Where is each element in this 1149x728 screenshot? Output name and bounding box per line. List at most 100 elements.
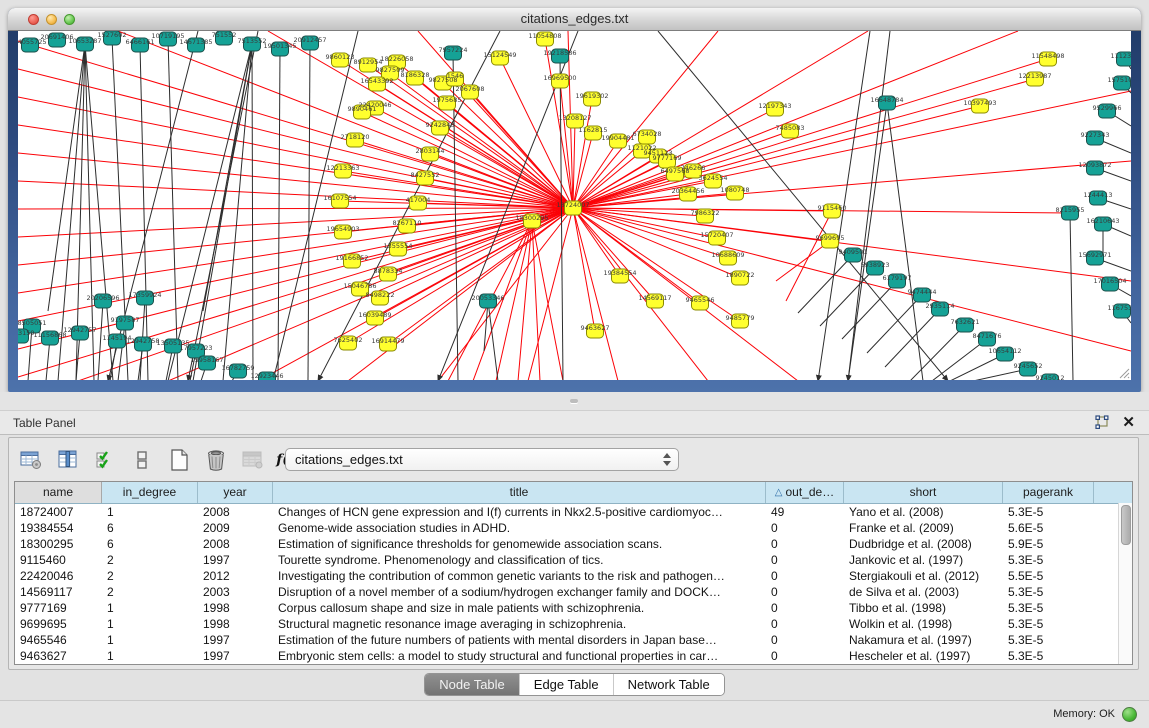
graph-node-label: 8186328 — [401, 71, 430, 79]
graph-edge — [252, 44, 253, 380]
close-panel-icon[interactable]: ✕ — [1122, 413, 1135, 431]
table-row[interactable]: 1938455462009Genome-wide association stu… — [15, 520, 1132, 536]
cell-name: 19384554 — [15, 520, 102, 536]
graph-edge — [188, 31, 258, 380]
graph-node-label: 20053346 — [471, 294, 504, 302]
graph-node-label: 7513552 — [238, 37, 267, 45]
graph-node-label: 9245012 — [1036, 374, 1065, 380]
split-pane-divider[interactable] — [0, 392, 1149, 411]
graph-edge — [18, 208, 573, 209]
column-header-short[interactable]: short — [844, 482, 1003, 503]
delete-table-icon[interactable] — [204, 448, 228, 472]
graph-node-label: 9115460 — [818, 204, 847, 212]
cell-short: Stergiakouli et al. (2012) — [844, 568, 1003, 584]
graph-node-label: 12942757 — [63, 326, 96, 334]
network-canvas[interactable]: 1872400718300295986012389129541822605898… — [18, 31, 1131, 380]
table-row[interactable]: 2242004622012Investigating the contribut… — [15, 568, 1132, 584]
cell-pagerank: 5.3E-5 — [1003, 616, 1094, 632]
graph-node-label: 6179197 — [883, 274, 912, 282]
resize-grip-icon[interactable] — [1116, 365, 1130, 379]
graph-node-label: 17016504 — [1093, 277, 1126, 285]
table-row[interactable]: 1456911722003Disruption of a novel membe… — [15, 584, 1132, 600]
table-row[interactable]: 1830029562008Estimation of significance … — [15, 536, 1132, 552]
graph-node-label: 8498222 — [366, 291, 395, 299]
graph-node-label: 7632621 — [951, 318, 980, 326]
tab-network-table[interactable]: Network Table — [613, 674, 724, 695]
graph-node-label: 9529966 — [1093, 104, 1122, 112]
table-row[interactable]: 977716911998Corpus callosum shape and si… — [15, 600, 1132, 616]
graph-node-label: 10688609 — [711, 251, 744, 259]
graph-edge — [362, 112, 573, 208]
column-header-out_de[interactable]: △out_de… — [766, 482, 844, 503]
graph-node-label: 16648784 — [870, 96, 903, 104]
cell-pagerank: 5.3E-5 — [1003, 584, 1094, 600]
status-bar: Memory: OK — [0, 700, 1149, 728]
graph-node-label: 1975685 — [433, 96, 462, 104]
graph-node-label: 9463627 — [581, 324, 610, 332]
graph-edge — [887, 103, 923, 380]
tab-node-table[interactable]: Node Table — [425, 674, 519, 695]
show-columns-icon[interactable] — [56, 448, 80, 472]
cell-year: 1997 — [198, 552, 273, 568]
column-header-name[interactable]: name — [15, 482, 102, 503]
graph-node-label: 746266 — [681, 164, 706, 172]
scrollbar-thumb[interactable] — [1121, 505, 1131, 545]
table-selector-dropdown[interactable]: citations_edges.txt — [285, 448, 679, 471]
table-vertical-scrollbar[interactable] — [1118, 503, 1132, 664]
graph-node-label: 19501345 — [263, 42, 296, 50]
graph-node-label: 12093872 — [1078, 161, 1111, 169]
divider-grip[interactable] — [570, 399, 578, 403]
graph-node-label: 17957223 — [179, 344, 212, 352]
new-table-icon[interactable] — [167, 448, 191, 472]
cell-out_de: 0 — [766, 552, 844, 568]
graph-node-label: 11054808 — [528, 32, 561, 40]
column-header-title[interactable]: title — [273, 482, 766, 503]
cell-title: Genome-wide association studies in ADHD. — [273, 520, 766, 536]
graph-node-label: 15958167 — [190, 356, 223, 364]
graph-node-label: 9197587 — [111, 316, 140, 324]
graph-node-label: 15692971 — [1078, 251, 1111, 259]
graph-node-label: 8267110 — [393, 219, 422, 227]
table-row[interactable]: 969969511998Structural magnetic resonanc… — [15, 616, 1132, 632]
float-panel-icon[interactable] — [1094, 415, 1109, 430]
cell-title: Embryonic stem cells: a model to study s… — [273, 648, 766, 664]
graph-node-label: 2935114 — [926, 302, 955, 310]
graph-node-label: 19166852 — [335, 254, 368, 262]
cell-title: Estimation of significance thresholds fo… — [273, 536, 766, 552]
citation-network-graph: 1872400718300295986012389129541822605898… — [18, 31, 1131, 380]
window-titlebar[interactable]: citations_edges.txt — [8, 8, 1141, 31]
cell-out_de: 0 — [766, 536, 844, 552]
table-row[interactable]: 946554611997Estimation of the future num… — [15, 632, 1132, 648]
graph-node-label: 18724007 — [556, 201, 589, 209]
column-header-in_degree[interactable]: in_degree — [102, 482, 198, 503]
dropdown-arrows-icon — [663, 453, 671, 466]
cell-name: 18724007 — [15, 504, 102, 520]
column-header-year[interactable]: year — [198, 482, 273, 503]
table-row[interactable]: 1872400712008Changes of HCN gene express… — [15, 504, 1132, 520]
graph-node-label: 13208127 — [558, 114, 591, 122]
toggle-rows-icon[interactable] — [130, 448, 154, 472]
cell-pagerank: 5.3E-5 — [1003, 504, 1094, 520]
graph-node-label: 12942758 — [126, 337, 159, 345]
graph-node-label: 18300295 — [515, 214, 548, 222]
table-settings-icon[interactable] — [19, 448, 43, 472]
graph-edge — [18, 208, 573, 377]
graph-node-label: 6466161 — [126, 38, 155, 46]
tab-edge-table[interactable]: Edge Table — [519, 674, 613, 695]
column-header-pagerank[interactable]: pagerank — [1003, 482, 1094, 503]
cell-out_de: 0 — [766, 648, 844, 664]
graph-edge — [798, 255, 853, 313]
graph-edge — [910, 325, 965, 380]
table-row[interactable]: 911546021997Tourette syndrome. Phenomeno… — [15, 552, 1132, 568]
graph-edge — [168, 39, 178, 380]
graph-node-label: 2803144 — [416, 147, 445, 155]
select-columns-icon[interactable] — [93, 448, 117, 472]
graph-node-label: 8393159 — [18, 329, 34, 337]
cell-in_degree: 2 — [102, 568, 198, 584]
table-row[interactable]: 946362711997Embryonic stem cells: a mode… — [15, 648, 1132, 664]
cell-pagerank: 5.3E-5 — [1003, 552, 1094, 568]
graph-node-label: 9409501 — [839, 248, 868, 256]
graph-edge — [168, 44, 252, 380]
graph-node-label: 7485083 — [776, 124, 805, 132]
import-table-icon[interactable] — [241, 448, 265, 472]
